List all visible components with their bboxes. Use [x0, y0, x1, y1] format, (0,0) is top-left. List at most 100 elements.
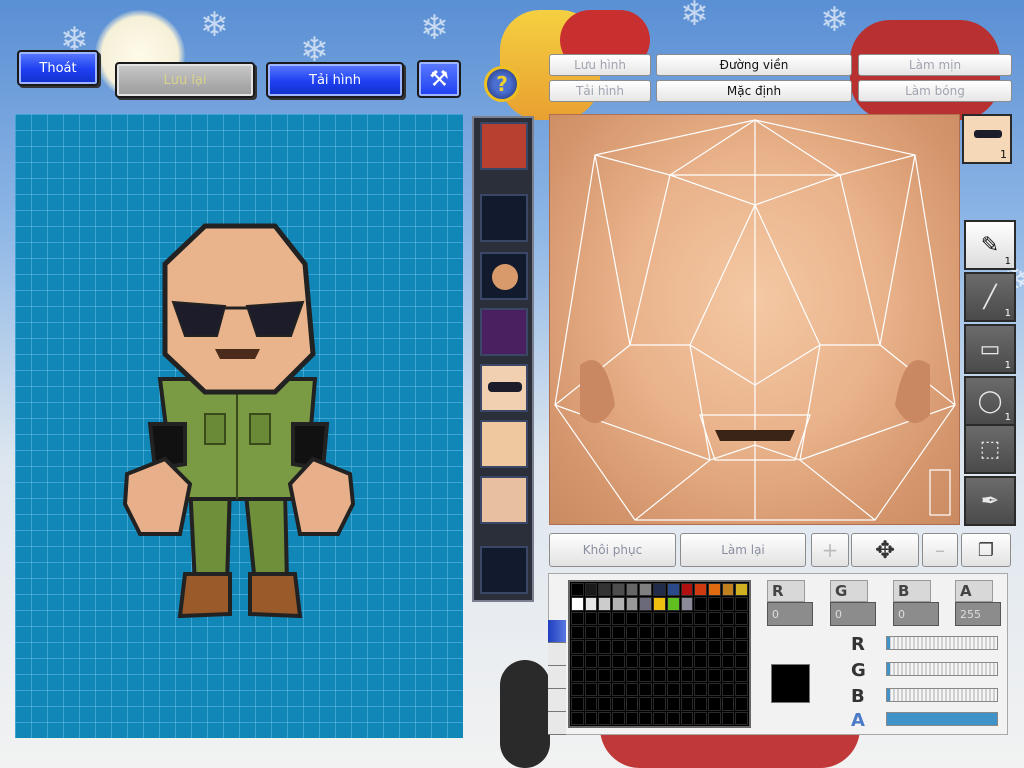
green-value-field[interactable]: 0	[830, 602, 876, 626]
palette-swatch[interactable]	[721, 640, 735, 654]
palette-swatch[interactable]	[680, 654, 694, 668]
save-image-button[interactable]: Lưu hình	[549, 54, 651, 76]
part-slot-hair[interactable]	[480, 122, 528, 170]
palette-tab[interactable]	[548, 666, 566, 689]
palette-swatch[interactable]	[584, 697, 598, 711]
palette-swatch[interactable]	[625, 611, 639, 625]
palette-swatch[interactable]	[584, 583, 598, 597]
palette-swatch[interactable]	[571, 611, 584, 625]
palette-swatch[interactable]	[680, 640, 694, 654]
palette-swatch[interactable]	[639, 625, 653, 640]
palette-swatch[interactable]	[653, 597, 666, 611]
part-slot-empty[interactable]	[480, 194, 528, 242]
part-slot-empty[interactable]	[480, 546, 528, 594]
palette-swatch[interactable]	[625, 597, 639, 611]
palette-swatch[interactable]	[625, 711, 639, 725]
palette-swatch[interactable]	[735, 697, 748, 711]
palette-swatch[interactable]	[584, 640, 598, 654]
zoom-out-button[interactable]: –	[922, 533, 958, 567]
palette-swatch[interactable]	[680, 711, 694, 725]
palette-swatch[interactable]	[612, 583, 625, 597]
palette-swatch[interactable]	[680, 625, 694, 640]
palette-swatch[interactable]	[707, 640, 721, 654]
blue-slider[interactable]	[886, 688, 998, 702]
palette-swatch[interactable]	[639, 683, 653, 697]
alpha-value-field[interactable]: 255	[955, 602, 1001, 626]
palette-swatch[interactable]	[571, 654, 584, 668]
palette-tab[interactable]	[548, 620, 566, 643]
palette-swatch[interactable]	[653, 668, 666, 683]
palette-swatch[interactable]	[721, 597, 735, 611]
palette-swatch[interactable]	[735, 654, 748, 668]
palette-swatch[interactable]	[707, 683, 721, 697]
palette-swatch[interactable]	[639, 583, 653, 597]
palette-swatch[interactable]	[653, 654, 666, 668]
palette-swatch[interactable]	[612, 711, 625, 725]
palette-swatch[interactable]	[612, 640, 625, 654]
palette-swatch[interactable]	[680, 668, 694, 683]
palette-swatch[interactable]	[598, 654, 612, 668]
palette-swatch[interactable]	[598, 583, 612, 597]
palette-swatch[interactable]	[598, 697, 612, 711]
blue-value-field[interactable]: 0	[893, 602, 939, 626]
palette-swatch[interactable]	[653, 711, 666, 725]
palette-swatch[interactable]	[571, 683, 584, 697]
palette-swatch[interactable]	[571, 640, 584, 654]
part-slot-face[interactable]	[480, 420, 528, 468]
move-button[interactable]: ✥	[851, 533, 919, 567]
palette-swatch[interactable]	[625, 583, 639, 597]
brush-tool[interactable]: ✎ 1	[964, 220, 1016, 270]
palette-swatch[interactable]	[735, 583, 748, 597]
palette-swatch[interactable]	[598, 668, 612, 683]
palette-swatch[interactable]	[598, 683, 612, 697]
palette-swatch[interactable]	[707, 583, 721, 597]
character-preview-canvas[interactable]	[15, 114, 463, 738]
palette-swatch[interactable]	[598, 625, 612, 640]
green-slider[interactable]	[886, 662, 998, 676]
palette-swatch[interactable]	[612, 697, 625, 711]
select-tool[interactable]: ⬚	[964, 424, 1016, 474]
palette-swatch[interactable]	[735, 625, 748, 640]
red-slider[interactable]	[886, 636, 998, 650]
palette-swatch[interactable]	[694, 583, 707, 597]
palette-swatch[interactable]	[721, 697, 735, 711]
part-slot-sunglasses[interactable]	[480, 364, 528, 412]
palette-tab[interactable]	[548, 643, 566, 666]
palette-swatch[interactable]	[666, 583, 680, 597]
palette-swatch[interactable]	[721, 668, 735, 683]
palette-swatch[interactable]	[666, 683, 680, 697]
redo-button[interactable]: Làm lại	[680, 533, 806, 567]
palette-swatch[interactable]	[584, 654, 598, 668]
palette-swatch[interactable]	[653, 697, 666, 711]
default-button[interactable]: Mặc định	[656, 80, 852, 102]
palette-swatch[interactable]	[707, 625, 721, 640]
save-button[interactable]: Lưu lại	[115, 62, 255, 98]
palette-swatch[interactable]	[639, 640, 653, 654]
palette-swatch[interactable]	[584, 611, 598, 625]
palette-swatch[interactable]	[694, 640, 707, 654]
palette-swatch[interactable]	[735, 683, 748, 697]
palette-swatch[interactable]	[707, 711, 721, 725]
face-texture-canvas[interactable]	[549, 114, 960, 525]
palette-swatch[interactable]	[625, 697, 639, 711]
ellipse-tool[interactable]: ◯ 1	[964, 376, 1016, 426]
palette-swatch[interactable]	[639, 654, 653, 668]
palette-swatch[interactable]	[694, 683, 707, 697]
palette-swatch[interactable]	[571, 597, 584, 611]
palette-swatch[interactable]	[707, 611, 721, 625]
palette-swatch[interactable]	[735, 611, 748, 625]
palette-swatch[interactable]	[666, 611, 680, 625]
palette-swatch[interactable]	[584, 597, 598, 611]
palette-swatch[interactable]	[694, 654, 707, 668]
palette-swatch[interactable]	[612, 597, 625, 611]
palette-swatch[interactable]	[735, 668, 748, 683]
palette-swatch[interactable]	[612, 611, 625, 625]
palette-swatch[interactable]	[694, 597, 707, 611]
palette-swatch[interactable]	[694, 697, 707, 711]
palette-swatch[interactable]	[707, 668, 721, 683]
palette-swatch[interactable]	[694, 625, 707, 640]
palette-swatch[interactable]	[571, 711, 584, 725]
palette-swatch[interactable]	[721, 654, 735, 668]
palette-swatch[interactable]	[639, 697, 653, 711]
eyedropper-tool[interactable]: ✒	[964, 476, 1016, 526]
